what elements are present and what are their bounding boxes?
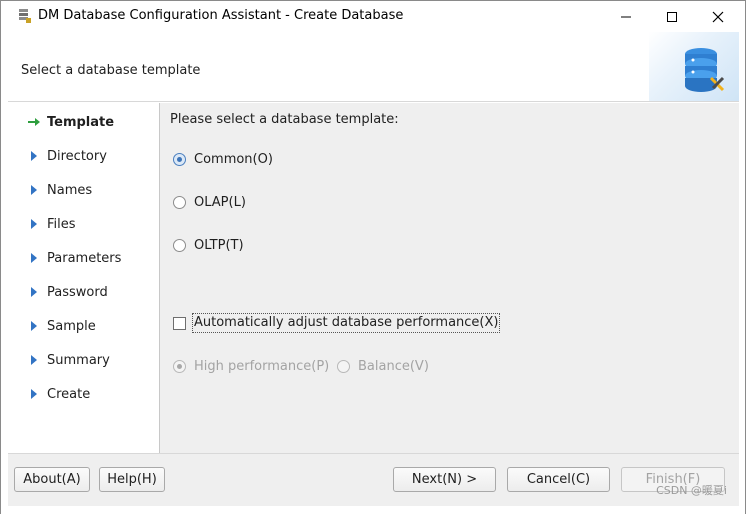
close-icon	[712, 11, 724, 22]
radio-label: High performance(P)	[194, 359, 330, 374]
radio-label: Balance(V)	[358, 359, 429, 374]
auto-adjust-label: Automatically adjust database performanc…	[192, 313, 501, 333]
step-label: Password	[47, 284, 108, 300]
radio-button[interactable]	[173, 239, 186, 252]
step-label: Directory	[47, 148, 107, 164]
watermark: CSDN @暖夏i	[656, 484, 727, 497]
title-bar: DM Database Configuration Assistant - Cr…	[1, 1, 745, 32]
triangle-right-icon	[27, 217, 41, 231]
steps-panel: Template Directory Names Files Parameter…	[8, 103, 160, 453]
step-directory[interactable]: Directory	[27, 146, 107, 166]
triangle-right-icon	[27, 183, 41, 197]
triangle-right-icon	[27, 285, 41, 299]
about-button[interactable]: About(A)	[14, 467, 90, 492]
step-sample[interactable]: Sample	[27, 316, 96, 336]
header-banner	[649, 32, 739, 101]
minimize-button[interactable]	[603, 1, 649, 32]
database-tools-icon	[685, 48, 725, 92]
radio-label: OLTP(T)	[194, 238, 244, 253]
maximize-icon	[667, 11, 677, 22]
step-create[interactable]: Create	[27, 384, 90, 404]
dbca-window: DM Database Configuration Assistant - Cr…	[0, 0, 746, 514]
radio-button[interactable]	[337, 360, 350, 373]
window-bottom-edge	[1, 506, 745, 514]
triangle-right-icon	[27, 353, 41, 367]
close-button[interactable]	[695, 1, 741, 32]
radio-oltp[interactable]: OLTP(T)	[173, 238, 244, 253]
radio-high-performance[interactable]: High performance(P)	[173, 359, 329, 374]
help-button[interactable]: Help(H)	[99, 467, 165, 492]
auto-adjust-checkbox[interactable]	[173, 316, 186, 330]
triangle-right-icon	[27, 319, 41, 333]
step-label: Summary	[47, 352, 110, 368]
step-template[interactable]: Template	[27, 112, 114, 132]
step-label: Files	[47, 216, 76, 232]
radio-button[interactable]	[173, 196, 186, 209]
wizard-footer: About(A) Help(H) Next(N) > Cancel(C) Fin…	[8, 453, 739, 506]
step-label: Names	[47, 182, 93, 198]
triangle-right-icon	[27, 251, 41, 265]
app-icon	[19, 9, 31, 23]
template-prompt: Please select a database template:	[170, 112, 399, 127]
step-label: Parameters	[47, 250, 122, 266]
step-label: Create	[47, 386, 91, 402]
step-files[interactable]: Files	[27, 214, 76, 234]
radio-button[interactable]	[173, 153, 186, 166]
arrow-right-icon	[27, 115, 41, 129]
template-panel: Please select a database template: Commo…	[161, 103, 739, 453]
radio-common[interactable]: Common(O)	[173, 152, 273, 167]
header-title: Select a database template	[21, 63, 201, 78]
step-label: Sample	[47, 318, 96, 334]
step-names[interactable]: Names	[27, 180, 92, 200]
next-button[interactable]: Next(N) >	[393, 467, 496, 492]
radio-olap[interactable]: OLAP(L)	[173, 195, 246, 210]
maximize-button[interactable]	[649, 1, 695, 32]
wizard-header: Select a database template	[8, 32, 739, 102]
radio-balance[interactable]: Balance(V)	[337, 359, 429, 374]
radio-label: Common(O)	[194, 152, 273, 167]
minimize-icon	[621, 16, 631, 17]
triangle-right-icon	[27, 149, 41, 163]
window-title: DM Database Configuration Assistant - Cr…	[38, 8, 404, 23]
step-summary[interactable]: Summary	[27, 350, 110, 370]
cancel-button[interactable]: Cancel(C)	[507, 467, 610, 492]
radio-button[interactable]	[173, 360, 186, 373]
wizard-body: Template Directory Names Files Parameter…	[8, 103, 739, 453]
step-password[interactable]: Password	[27, 282, 108, 302]
step-parameters[interactable]: Parameters	[27, 248, 121, 268]
triangle-right-icon	[27, 387, 41, 401]
step-label: Template	[47, 114, 115, 130]
radio-label: OLAP(L)	[194, 195, 246, 210]
auto-adjust-checkbox-row[interactable]: Automatically adjust database performanc…	[173, 313, 501, 333]
